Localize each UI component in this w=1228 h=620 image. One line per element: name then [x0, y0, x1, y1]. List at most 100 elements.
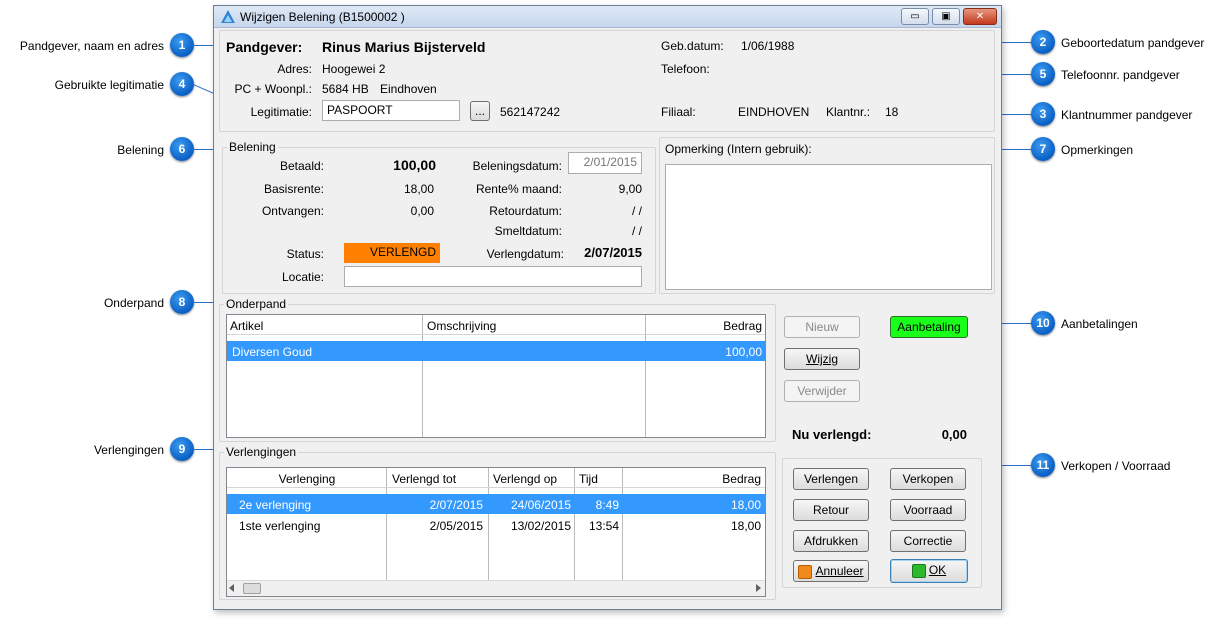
annotation-badge-6: 6 [170, 137, 194, 161]
annotation-badge-3: 3 [1031, 102, 1055, 126]
scroll-thumb[interactable] [243, 583, 261, 594]
smeltdatum-label: Smeltdatum: [494, 224, 562, 238]
ontvangen-value: 0,00 [410, 204, 434, 218]
legitimatie-lookup-button[interactable]: ... [470, 101, 490, 121]
verl-cell-tijd: 13:54 [588, 519, 619, 533]
minimize-button[interactable]: ▭ [901, 8, 929, 25]
afdrukken-button[interactable]: Afdrukken [793, 530, 869, 552]
opmerking-title: Opmerking (Intern gebruik): [665, 142, 812, 156]
ontvangen-label: Ontvangen: [261, 204, 324, 218]
onderpand-header-bedrag[interactable]: Bedrag [647, 319, 762, 333]
annotation-label-4: Gebruikte legitimatie [54, 78, 164, 92]
onderpand-cell-bedrag: 100,00 [725, 345, 762, 359]
horizontal-scrollbar[interactable] [227, 580, 765, 596]
telefoon-label: Telefoon: [661, 62, 710, 76]
annuleer-button[interactable]: Annuleer [793, 560, 869, 582]
verlengen-button[interactable]: Verlengen [793, 468, 869, 490]
verlengdatum-value: 2/07/2015 [584, 245, 642, 260]
verlengingen-table[interactable]: Verlenging Verlengd tot Verlengd op Tijd… [226, 467, 766, 597]
basisrente-label: Basisrente: [263, 182, 324, 196]
verlengingen-title: Verlengingen [224, 445, 299, 459]
scroll-right-icon[interactable] [756, 584, 761, 592]
verl-cell-op: 24/06/2015 [510, 498, 571, 512]
onderpand-header-artikel[interactable]: Artikel [230, 319, 263, 333]
wijzig-button[interactable]: Wijzig [784, 348, 860, 370]
annotation-label-3: Klantnummer pandgever [1061, 108, 1193, 122]
ok-label: OK [928, 563, 947, 577]
verl-header-verlengd-tot[interactable]: Verlengd tot [392, 472, 456, 486]
retourdatum-value: / / [631, 204, 642, 218]
annotation-label-9: Verlengingen [93, 443, 164, 457]
title-bar[interactable]: Wijzigen Belening (B1500002 ) ▭ ▣ ✕ [214, 6, 1001, 28]
retour-button[interactable]: Retour [793, 499, 869, 521]
nieuw-button[interactable]: Nieuw [784, 316, 860, 338]
app-logo-icon [221, 10, 235, 23]
verl-header-bedrag[interactable]: Bedrag [627, 472, 761, 486]
table-row[interactable]: Diversen Goud 100,00 [227, 341, 765, 361]
annotation-label-10: Aanbetalingen [1061, 317, 1138, 331]
verwijder-button[interactable]: Verwijder [784, 380, 860, 402]
onderpand-table[interactable]: Artikel Omschrijving Bedrag Diversen Gou… [226, 314, 766, 438]
retourdatum-label: Retourdatum: [489, 204, 562, 218]
annotation-badge-1: 1 [170, 33, 194, 57]
status-label: Status: [286, 247, 324, 261]
verl-cell-verlenging: 1ste verlenging [239, 519, 321, 533]
legitimatie-field[interactable]: PASPOORT [322, 100, 460, 121]
voorraad-button[interactable]: Voorraad [890, 499, 966, 521]
verl-cell-tijd: 8:49 [595, 498, 619, 512]
annotation-label-1: Pandgever, naam en adres [19, 39, 164, 53]
verl-header-verlenging[interactable]: Verlenging [227, 472, 387, 486]
geb-datum-label: Geb.datum: [661, 39, 724, 53]
annotation-badge-4: 4 [170, 72, 194, 96]
annotation-label-6: Belening [117, 143, 164, 157]
verl-header-tijd[interactable]: Tijd [579, 472, 598, 486]
verkopen-button[interactable]: Verkopen [890, 468, 966, 490]
dialog-window: Wijzigen Belening (B1500002 ) ▭ ▣ ✕ Pand… [213, 5, 1002, 610]
aanbetaling-button[interactable]: Aanbetaling [890, 316, 968, 338]
basisrente-value: 18,00 [403, 182, 434, 196]
window-title: Wijzigen Belening (B1500002 ) [240, 10, 405, 24]
onderpand-title: Onderpand [224, 297, 289, 311]
geb-datum-value: 1/06/1988 [741, 39, 795, 53]
annotation-label-5: Telefoonnr. pandgever [1061, 68, 1180, 82]
scroll-left-icon[interactable] [229, 584, 234, 592]
onderpand-header: Artikel Omschrijving Bedrag [227, 315, 765, 335]
verl-cell-bedrag: 18,00 [730, 498, 761, 512]
rente-value: 9,00 [618, 182, 642, 196]
annotation-label-11: Verkopen / Voorraad [1061, 459, 1171, 473]
annotation-badge-10: 10 [1031, 311, 1055, 335]
nu-verlengd-value: 0,00 [941, 427, 967, 442]
opmerking-textarea[interactable] [665, 164, 992, 290]
beleningsdatum-field[interactable]: 2/01/2015 [568, 152, 642, 174]
ok-button[interactable]: OK [890, 559, 968, 583]
verl-cell-tot: 2/05/2015 [429, 519, 483, 533]
correctie-button[interactable]: Correctie [890, 530, 966, 552]
klantnr-value: 18 [885, 105, 899, 119]
annuleer-label: Annuleer [815, 564, 864, 578]
smeltdatum-value: / / [631, 224, 642, 238]
verl-cell-tot: 2/07/2015 [429, 498, 483, 512]
adres-label: Adres: [277, 62, 312, 76]
annotation-label-7: Opmerkingen [1061, 143, 1134, 157]
annotation-badge-8: 8 [170, 290, 194, 314]
annotation-label-8: Onderpand [103, 296, 164, 310]
betaald-value: 100,00 [393, 157, 436, 173]
table-row[interactable]: 2e verlenging 2/07/2015 24/06/2015 8:49 … [227, 494, 765, 514]
status-badge: VERLENGD [344, 243, 440, 263]
verlengingen-header: Verlenging Verlengd tot Verlengd op Tijd… [227, 468, 765, 488]
locatie-field[interactable] [344, 266, 642, 287]
filiaal-value: EINDHOVEN [738, 105, 810, 119]
onderpand-header-omschrijving[interactable]: Omschrijving [427, 319, 496, 333]
verl-header-verlengd-op[interactable]: Verlengd op [493, 472, 557, 486]
verlengdatum-label: Verlengdatum: [486, 247, 564, 261]
maximize-button[interactable]: ▣ [932, 8, 960, 25]
klantnr-label: Klantnr.: [826, 105, 871, 119]
belening-title: Belening [227, 140, 278, 154]
beleningsdatum-label: Beleningsdatum: [472, 159, 562, 173]
cancel-icon [798, 564, 813, 579]
close-button[interactable]: ✕ [963, 8, 997, 25]
verl-cell-bedrag: 18,00 [730, 519, 761, 533]
table-row[interactable]: 1ste verlenging 2/05/2015 13/02/2015 13:… [227, 515, 765, 535]
verl-cell-op: 13/02/2015 [510, 519, 571, 533]
adres-value: Hoogewei 2 [322, 62, 386, 76]
